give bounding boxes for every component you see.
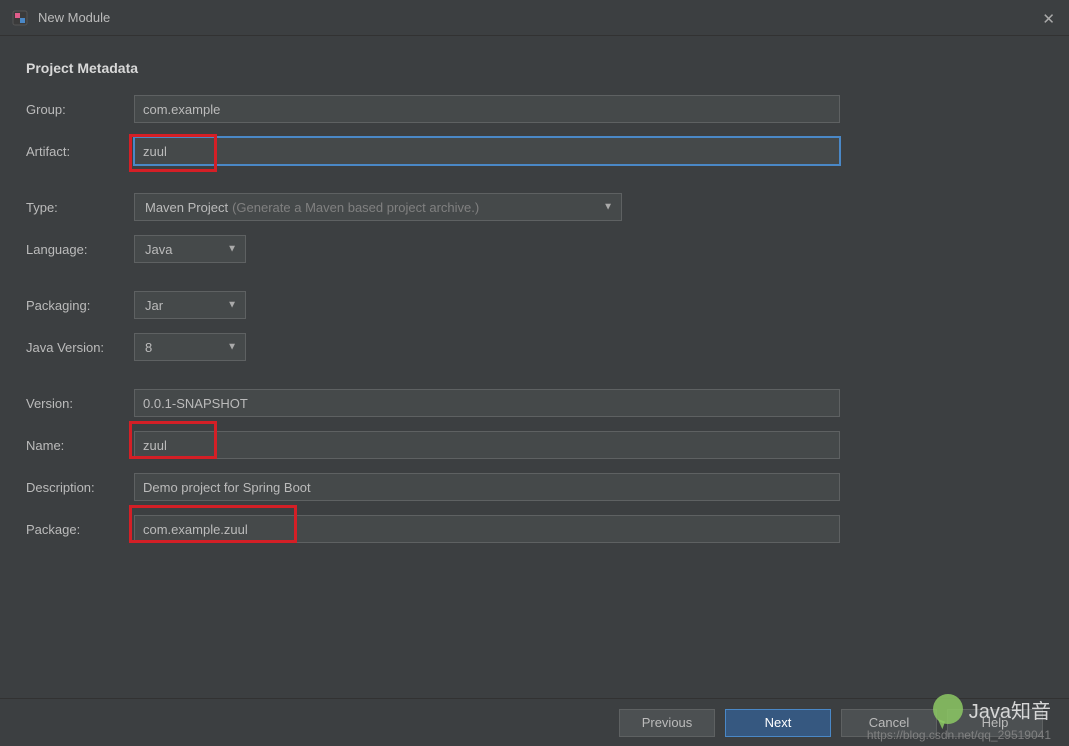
java-version-select[interactable]: 8 ▼ (134, 333, 246, 361)
chevron-down-icon: ▼ (227, 300, 237, 311)
chevron-down-icon: ▼ (227, 342, 237, 353)
artifact-input[interactable] (134, 137, 840, 165)
packaging-select[interactable]: Jar ▼ (134, 291, 246, 319)
version-input[interactable] (134, 389, 840, 417)
row-java-version: Java Version: 8 ▼ (26, 332, 1043, 362)
label-artifact: Artifact: (26, 144, 134, 159)
app-icon (12, 10, 28, 26)
form: Group: Artifact: Type: Maven Project (Ge… (26, 94, 1043, 556)
label-version: Version: (26, 396, 134, 411)
row-package: Package: (26, 514, 1043, 544)
field-package-wrap (134, 515, 1043, 543)
section-title: Project Metadata (26, 60, 1043, 76)
field-artifact-wrap (134, 137, 1043, 165)
type-value: Maven Project (145, 200, 228, 215)
watermark-url: https://blog.csdn.net/qq_29519041 (867, 728, 1051, 742)
description-input[interactable] (134, 473, 840, 501)
row-language: Language: Java ▼ (26, 234, 1043, 264)
row-artifact: Artifact: (26, 136, 1043, 166)
package-input[interactable] (134, 515, 840, 543)
row-group: Group: (26, 94, 1043, 124)
field-version-wrap (134, 389, 1043, 417)
name-input[interactable] (134, 431, 840, 459)
language-select[interactable]: Java ▼ (134, 235, 246, 263)
chevron-down-icon: ▼ (227, 244, 237, 255)
content-area: Project Metadata Group: Artifact: Type: … (0, 36, 1069, 566)
next-label: Next (765, 715, 792, 730)
label-group: Group: (26, 102, 134, 117)
label-packaging: Packaging: (26, 298, 134, 313)
label-java-version: Java Version: (26, 340, 134, 355)
label-description: Description: (26, 480, 134, 495)
row-name: Name: (26, 430, 1043, 460)
previous-button[interactable]: Previous (619, 709, 715, 737)
type-hint: (Generate a Maven based project archive.… (232, 200, 479, 215)
close-icon[interactable]: ✕ (1042, 10, 1055, 28)
row-version: Version: (26, 388, 1043, 418)
type-select[interactable]: Maven Project (Generate a Maven based pr… (134, 193, 622, 221)
java-version-value: 8 (145, 340, 152, 355)
packaging-value: Jar (145, 298, 163, 313)
language-value: Java (145, 242, 172, 257)
window-title: New Module (38, 10, 110, 25)
group-input[interactable] (134, 95, 840, 123)
next-button[interactable]: Next (725, 709, 831, 737)
field-group-wrap (134, 95, 1043, 123)
label-package: Package: (26, 522, 134, 537)
row-description: Description: (26, 472, 1043, 502)
titlebar: New Module ✕ (0, 0, 1069, 36)
field-description-wrap (134, 473, 1043, 501)
label-language: Language: (26, 242, 134, 257)
row-packaging: Packaging: Jar ▼ (26, 290, 1043, 320)
label-name: Name: (26, 438, 134, 453)
label-type: Type: (26, 200, 134, 215)
previous-label: Previous (642, 715, 693, 730)
chevron-down-icon: ▼ (603, 202, 613, 213)
row-type: Type: Maven Project (Generate a Maven ba… (26, 192, 1043, 222)
field-name-wrap (134, 431, 1043, 459)
